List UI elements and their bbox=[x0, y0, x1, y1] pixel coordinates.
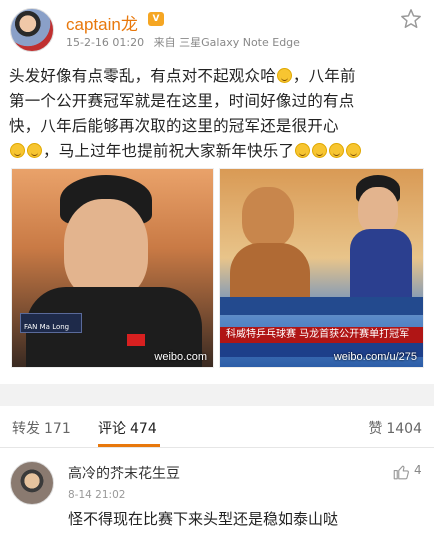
tab-comment[interactable]: 评论 474 bbox=[98, 418, 157, 438]
post-header: captain龙 V 15-2-16 01:20 来自 三星Galaxy Not… bbox=[0, 0, 434, 56]
post-photo-left[interactable]: FAN Ma Long weibo.com bbox=[11, 168, 214, 368]
cry-laugh-emoji-icon bbox=[312, 143, 328, 158]
post-text: 头发好像有点零乱，有点对不起观众哈 ，八年前 第一个公开赛冠军就是在这里，时间好像… bbox=[9, 64, 427, 164]
post-meta: 15-2-16 01:20 来自 三星Galaxy Note Edge bbox=[66, 34, 300, 50]
grin-emoji-icon bbox=[329, 143, 345, 158]
laugh-emoji-icon bbox=[10, 143, 25, 158]
vip-badge-icon: V bbox=[148, 12, 164, 26]
comment-item: 高冷的芥末花生豆 8-14 21:02 怪不得现在比赛下来头型还是稳如泰山哒 4 bbox=[0, 449, 434, 533]
interaction-tabs: 转发 171 评论 474 赞 1404 bbox=[0, 406, 434, 448]
post-text-line: 头发好像有点零乱，有点对不起观众哈 bbox=[9, 67, 276, 85]
poster-body bbox=[230, 243, 310, 303]
tab-like-count: 1404 bbox=[386, 421, 422, 437]
username[interactable]: captain龙 bbox=[66, 10, 138, 35]
smile-emoji-icon bbox=[276, 68, 292, 83]
laugh-emoji-icon bbox=[27, 143, 42, 158]
watermark: weibo.com/u/275 bbox=[333, 351, 417, 363]
star-icon[interactable] bbox=[400, 8, 422, 30]
thumbs-up-icon[interactable] bbox=[392, 463, 410, 481]
user-avatar[interactable] bbox=[10, 8, 54, 52]
post-photo-right[interactable]: 科威特乒乓球赛 马龙首获公开赛单打冠军 weibo.com/u/275 bbox=[219, 168, 424, 368]
watermark: weibo.com bbox=[154, 351, 207, 363]
poster-face bbox=[242, 187, 294, 247]
comment-text: 怪不得现在比赛下来头型还是稳如泰山哒 bbox=[68, 510, 339, 528]
scoreboard: FAN Ma Long bbox=[20, 313, 82, 333]
tab-like[interactable]: 赞 1404 bbox=[368, 418, 422, 438]
table-band bbox=[220, 297, 423, 315]
commenter-name[interactable]: 高冷的芥末花生豆 bbox=[68, 463, 180, 483]
tv-caption: 科威特乒乓球赛 马龙首获公开赛单打冠军 bbox=[220, 327, 423, 343]
comment-time: 8-14 21:02 bbox=[68, 489, 126, 501]
commenter-avatar[interactable] bbox=[10, 461, 54, 505]
comment-like-count: 4 bbox=[414, 463, 422, 477]
post-text-line: ，马上过年也提前祝大家新年快乐了 bbox=[43, 142, 295, 160]
tab-comment-count: 474 bbox=[130, 421, 157, 437]
china-flag-icon bbox=[127, 334, 145, 346]
scoreboard-text: FAN Ma Long bbox=[24, 323, 70, 331]
tab-forward[interactable]: 转发 171 bbox=[12, 418, 71, 438]
photo-face bbox=[64, 199, 148, 299]
tab-like-label: 赞 bbox=[368, 421, 383, 437]
tab-forward-count: 171 bbox=[44, 421, 71, 437]
post-source: 来自 三星Galaxy Note Edge bbox=[153, 36, 300, 49]
active-tab-indicator bbox=[98, 444, 160, 447]
post-text-line: ，八年前 bbox=[292, 67, 356, 85]
post-text-line: 快，八年后能够再次取的这里的冠军还是很开心 bbox=[9, 117, 339, 135]
tab-comment-label: 评论 bbox=[98, 421, 126, 437]
post-text-line: 第一个公开赛冠军就是在这里，时间好像过的有点 bbox=[9, 92, 355, 110]
grin-emoji-icon bbox=[346, 143, 362, 158]
player-face bbox=[358, 187, 398, 233]
post-date: 15-2-16 01:20 bbox=[66, 36, 145, 49]
cry-laugh-emoji-icon bbox=[295, 143, 311, 158]
section-divider bbox=[0, 384, 434, 406]
tab-forward-label: 转发 bbox=[12, 421, 40, 437]
